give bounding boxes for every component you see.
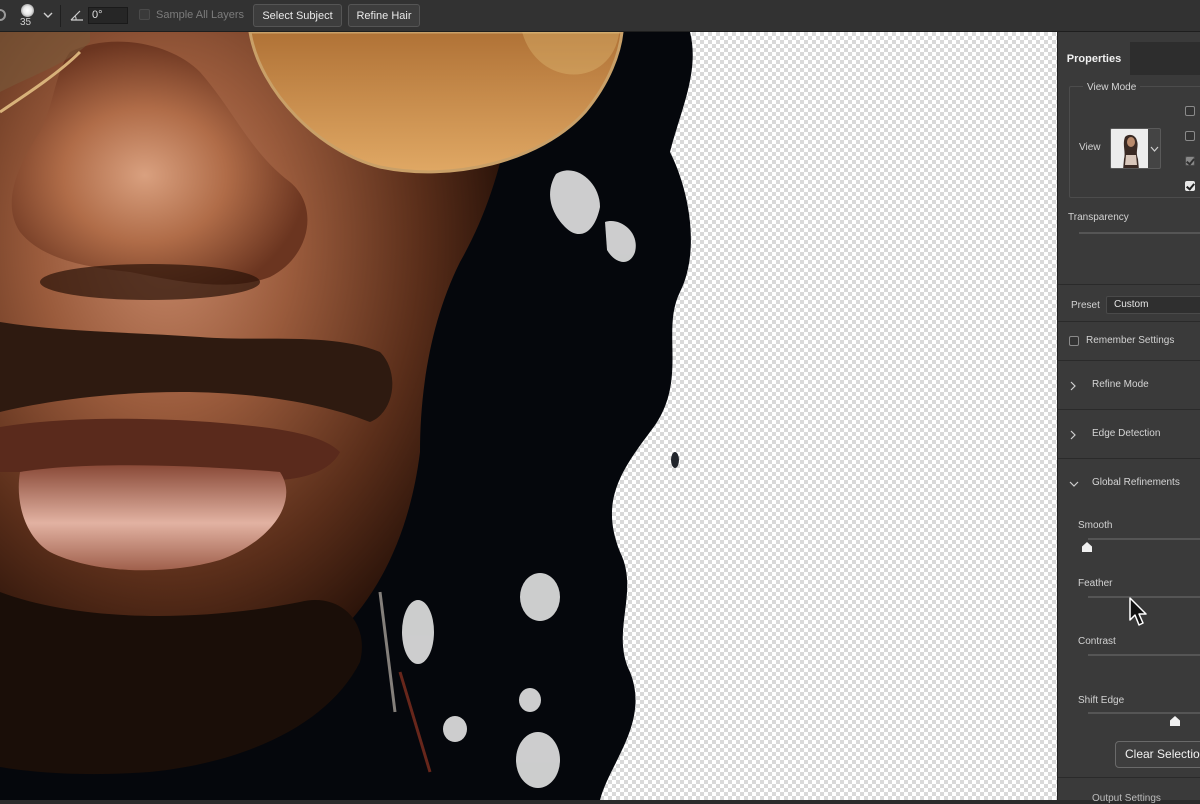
preset-label: Preset (1071, 300, 1100, 311)
realtime-refinement-checkbox[interactable] (1185, 156, 1195, 166)
transparency-slider[interactable] (1079, 232, 1200, 234)
sample-all-layers-checkbox[interactable] (139, 9, 150, 20)
section-output-settings[interactable]: Output Settings (1058, 780, 1200, 804)
brush-size-value: 35 (20, 17, 32, 28)
brush-tip-icon[interactable] (21, 4, 34, 17)
feather-label: Feather (1078, 578, 1113, 589)
angle-input[interactable]: 0° (88, 7, 128, 24)
view-mode-title: View Mode (1083, 82, 1141, 93)
divider (1058, 777, 1200, 778)
contrast-label: Contrast (1078, 636, 1116, 647)
section-global-refinements[interactable]: Global Refinements (1058, 461, 1200, 507)
masked-portrait-image (0, 32, 693, 800)
divider (1058, 321, 1200, 322)
options-bar: 35 0° Sample All Layers Select Subject R… (0, 0, 1200, 32)
refine-hair-button[interactable]: Refine Hair (348, 4, 420, 27)
brush-settings-icon[interactable] (0, 9, 6, 21)
chevron-right-icon (1070, 381, 1076, 391)
sample-all-layers-label: Sample All Layers (156, 9, 245, 21)
show-original-checkbox[interactable] (1185, 131, 1195, 141)
high-quality-preview-checkbox[interactable] (1185, 181, 1195, 191)
section-output-settings-label: Output Settings (1092, 793, 1161, 804)
mouse-pointer-icon (1129, 597, 1147, 626)
select-subject-button[interactable]: Select Subject (253, 4, 342, 27)
contrast-slider-track[interactable] (1088, 654, 1200, 656)
smooth-label: Smooth (1078, 520, 1113, 531)
preset-select[interactable]: Custom (1106, 296, 1200, 314)
remember-settings-checkbox[interactable] (1069, 336, 1079, 346)
clear-selection-button[interactable]: Clear Selection (1115, 741, 1200, 768)
properties-panel: Properties View Mode View Transparency P… (1057, 32, 1200, 804)
chevron-down-icon[interactable] (42, 9, 54, 21)
section-global-refinements-label: Global Refinements (1092, 477, 1180, 488)
view-label: View (1079, 142, 1101, 153)
chevron-down-icon (1069, 481, 1079, 487)
divider (1058, 409, 1200, 410)
panel-tab-bar: Properties (1058, 42, 1200, 75)
angle-icon (69, 8, 85, 22)
section-refine-mode[interactable]: Refine Mode (1058, 363, 1200, 409)
shift-edge-label: Shift Edge (1078, 695, 1125, 706)
section-edge-detection[interactable]: Edge Detection (1058, 412, 1200, 458)
smooth-slider-track[interactable] (1088, 538, 1200, 540)
view-mode-thumbnail[interactable] (1110, 128, 1150, 169)
view-mode-dropdown[interactable] (1148, 128, 1161, 169)
shift-edge-slider-track[interactable] (1088, 712, 1200, 714)
section-refine-mode-label: Refine Mode (1092, 379, 1149, 390)
show-edge-checkbox[interactable] (1185, 106, 1195, 116)
remember-settings-label: Remember Settings (1086, 335, 1175, 346)
separator (60, 5, 61, 27)
divider (1058, 458, 1200, 459)
tab-properties[interactable]: Properties (1058, 42, 1130, 75)
document-canvas[interactable] (0, 32, 1057, 800)
transparency-label: Transparency (1068, 212, 1129, 223)
divider (1058, 284, 1200, 285)
divider (1058, 360, 1200, 361)
chevron-right-icon (1070, 430, 1076, 440)
section-edge-detection-label: Edge Detection (1092, 428, 1161, 439)
